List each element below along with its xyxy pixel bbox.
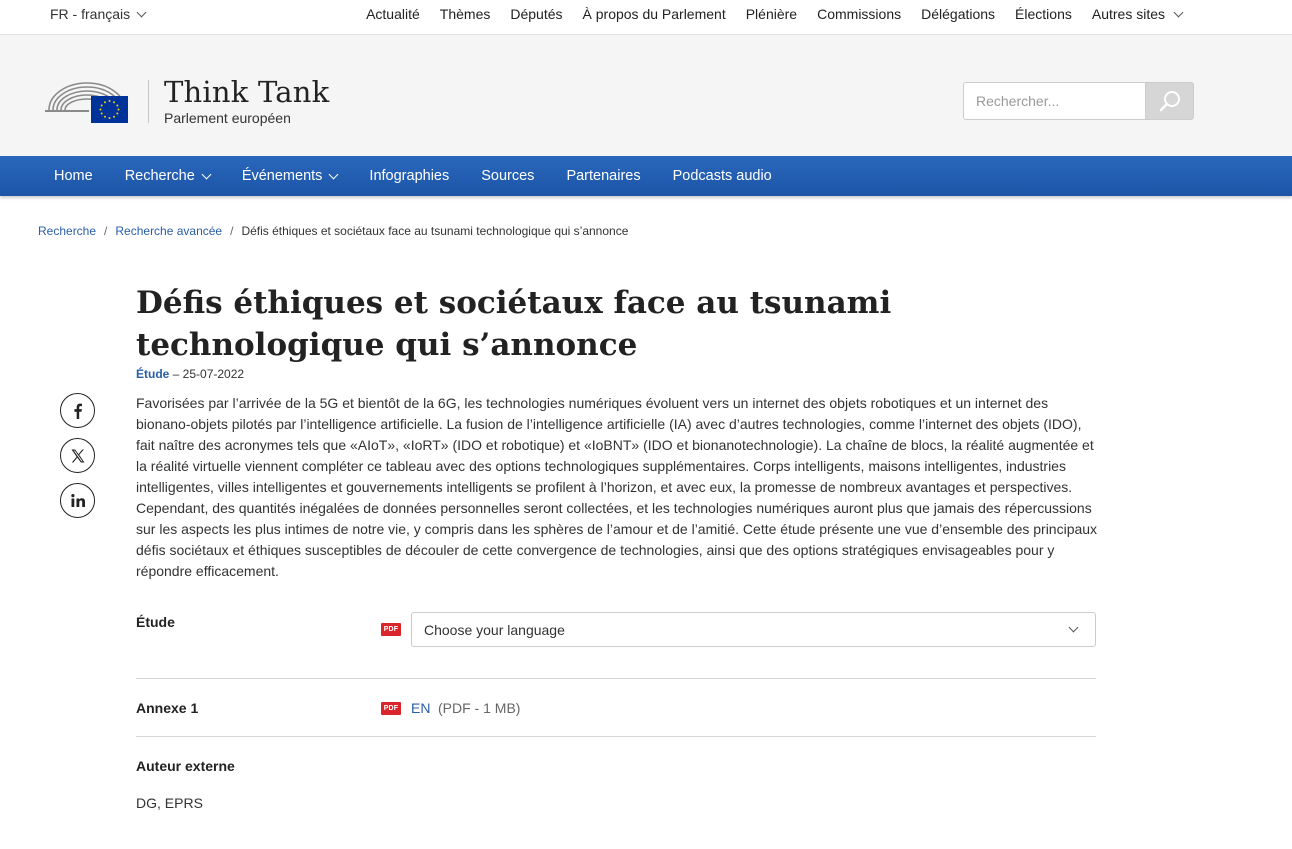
- site-subtitle: Parlement européen: [164, 110, 291, 126]
- facebook-icon: [73, 403, 82, 419]
- breadcrumb: Recherche / Recherche avancée / Défis ét…: [38, 224, 628, 238]
- top-nav-actualite[interactable]: Actualité: [366, 6, 420, 22]
- nav-sources-label: Sources: [481, 168, 535, 184]
- annex-label: Annexe 1: [136, 700, 199, 716]
- page-title: Défis éthiques et sociétaux face au tsun…: [136, 285, 892, 363]
- article-meta: Étude – 25-07-2022: [136, 367, 244, 381]
- top-nav-autres-sites[interactable]: Autres sites: [1091, 6, 1184, 22]
- author-label: Auteur externe: [136, 758, 235, 774]
- search-button[interactable]: [1145, 82, 1194, 120]
- publication-date: – 25-07-2022: [169, 367, 245, 381]
- language-selector[interactable]: FR - français: [50, 6, 147, 22]
- share-linkedin-button[interactable]: [60, 483, 95, 518]
- top-nav-deputes[interactable]: Députés: [510, 6, 562, 22]
- site-title[interactable]: Think Tank: [164, 75, 329, 109]
- chevron-down-icon: [328, 169, 339, 179]
- share-x-button[interactable]: [60, 438, 95, 473]
- pdf-icon: PDF: [381, 623, 401, 636]
- x-icon: [71, 449, 84, 462]
- language-label: FR - français: [50, 6, 131, 22]
- search-icon: [1159, 91, 1180, 112]
- nav-evenements[interactable]: Événements: [226, 156, 354, 196]
- search-bar: [963, 82, 1194, 120]
- annex-file-size: (PDF - 1 MB): [438, 700, 521, 716]
- top-nav-a-propos[interactable]: À propos du Parlement: [583, 6, 726, 22]
- top-nav-elections[interactable]: Élections: [1015, 6, 1072, 22]
- nav-podcasts[interactable]: Podcasts audio: [657, 156, 788, 196]
- nav-sources[interactable]: Sources: [465, 156, 550, 196]
- top-utility-bar: FR - français Actualité Thèmes Députés À…: [0, 0, 1292, 35]
- nav-evenements-label: Événements: [241, 168, 323, 184]
- search-input[interactable]: [963, 82, 1145, 120]
- breadcrumb-recherche[interactable]: Recherche: [38, 224, 96, 238]
- divider: [136, 736, 1096, 737]
- nav-infographies-label: Infographies: [369, 168, 450, 184]
- chevron-down-icon: [136, 7, 147, 17]
- top-nav-commissions[interactable]: Commissions: [817, 6, 901, 22]
- breadcrumb-separator: /: [104, 224, 108, 238]
- pdf-icon: PDF: [381, 702, 401, 715]
- breadcrumb-recherche-avancee[interactable]: Recherche avancée: [115, 224, 222, 238]
- language-select[interactable]: Choose your language: [411, 612, 1096, 647]
- document-type-link[interactable]: Étude: [136, 367, 169, 381]
- chevron-down-icon: [1068, 622, 1079, 633]
- top-nav-delegations[interactable]: Délégations: [921, 6, 995, 22]
- nav-infographies[interactable]: Infographies: [353, 156, 465, 196]
- breadcrumb-separator: /: [230, 224, 234, 238]
- annex-download-link[interactable]: EN: [411, 700, 430, 716]
- share-facebook-button[interactable]: [60, 393, 95, 428]
- nav-partenaires[interactable]: Partenaires: [550, 156, 656, 196]
- top-nav-pleniere[interactable]: Plénière: [746, 6, 797, 22]
- european-parliament-logo[interactable]: [45, 76, 129, 124]
- main-nav: Home Recherche Événements Infographies S…: [0, 156, 1292, 196]
- top-nav-themes[interactable]: Thèmes: [440, 6, 491, 22]
- site-header: Think Tank Parlement européen: [0, 35, 1292, 156]
- chevron-down-icon: [1173, 7, 1184, 17]
- nav-recherche[interactable]: Recherche: [109, 156, 226, 196]
- nav-partenaires-label: Partenaires: [566, 168, 641, 184]
- logo-separator: [148, 80, 149, 123]
- chevron-down-icon: [201, 169, 212, 179]
- top-nav: Actualité Thèmes Députés À propos du Par…: [366, 6, 1184, 22]
- divider: [136, 678, 1096, 679]
- language-select-value: Choose your language: [424, 621, 565, 638]
- etude-label: Étude: [136, 614, 175, 630]
- nav-podcasts-label: Podcasts audio: [672, 168, 772, 184]
- top-nav-autres-sites-label: Autres sites: [1091, 6, 1165, 22]
- author-value: DG, EPRS: [136, 795, 203, 811]
- nav-home[interactable]: Home: [38, 156, 109, 196]
- nav-recherche-label: Recherche: [124, 168, 195, 184]
- breadcrumb-current: Défis éthiques et sociétaux face au tsun…: [241, 224, 629, 238]
- nav-home-label: Home: [54, 168, 93, 184]
- article-abstract: Favorisées par l’arrivée de la 5G et bie…: [136, 395, 1098, 579]
- linkedin-icon: [70, 493, 85, 507]
